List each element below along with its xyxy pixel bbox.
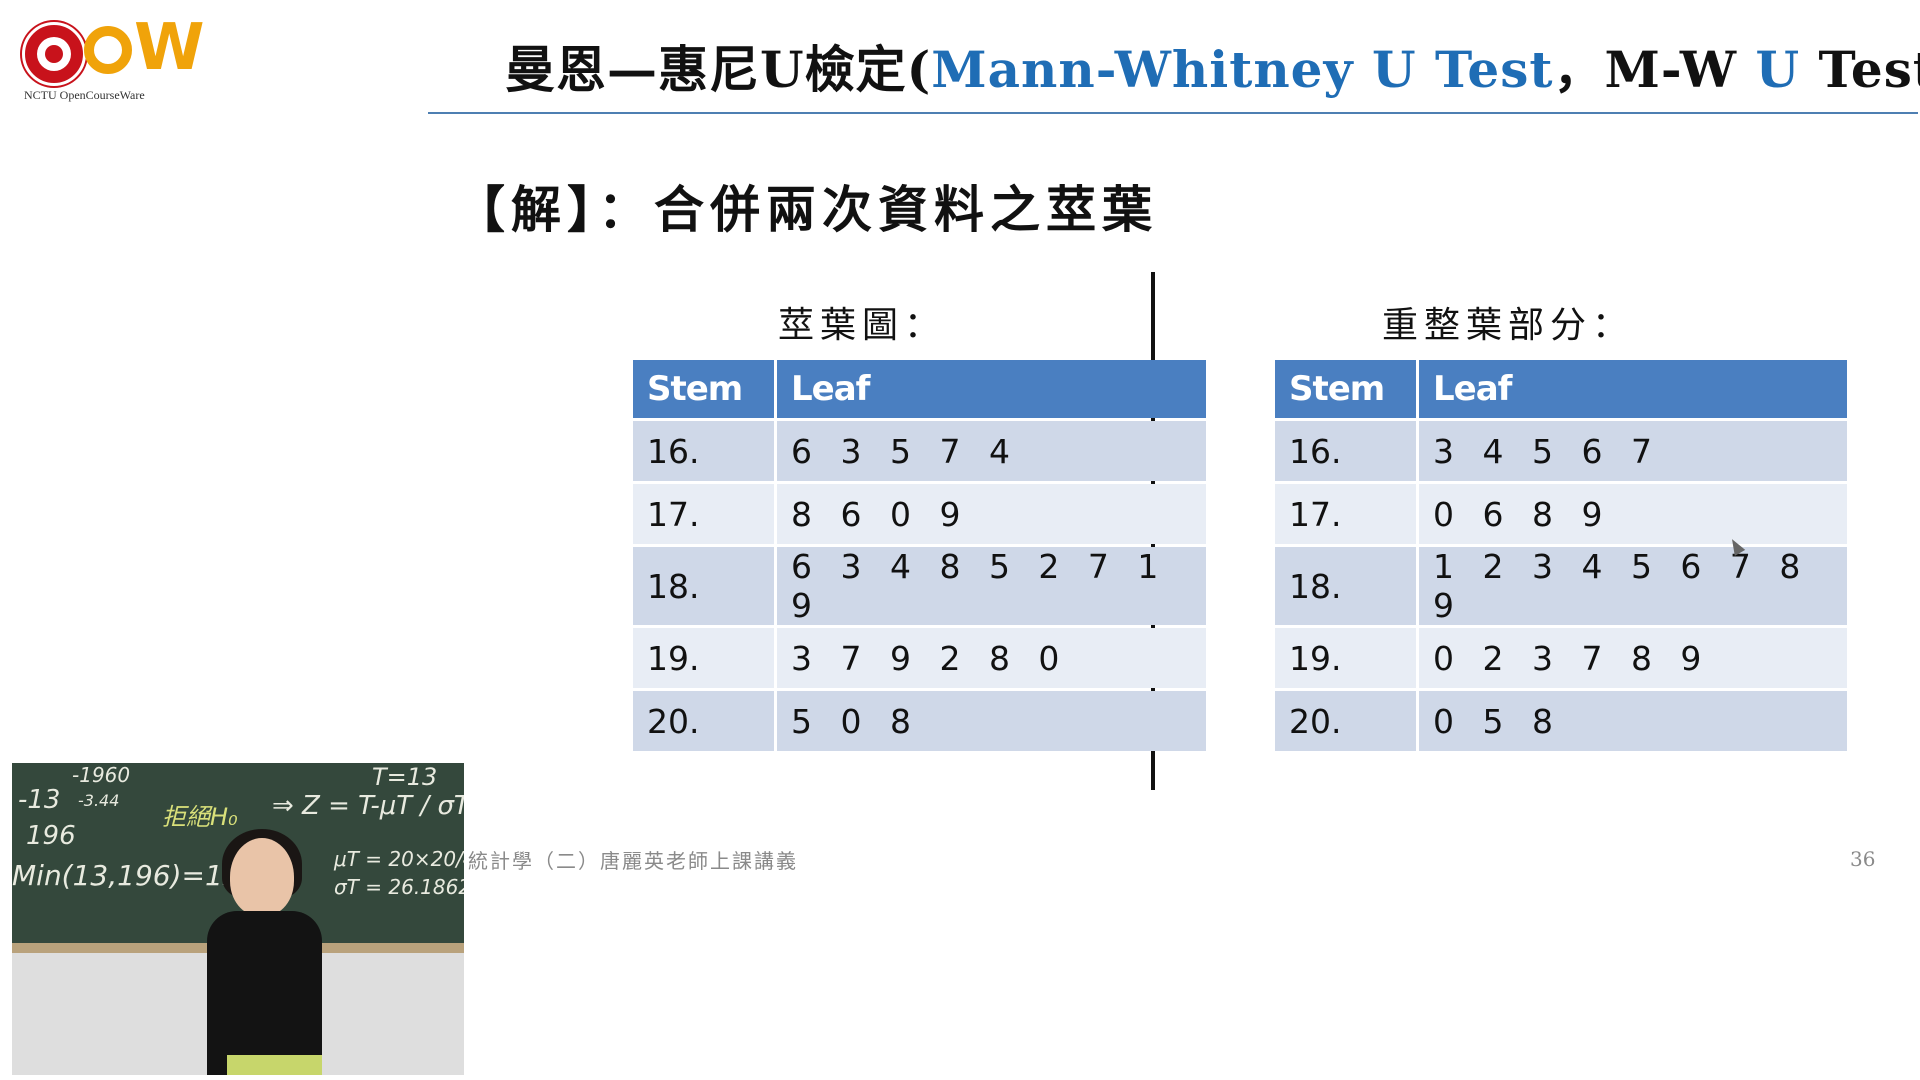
chalk-text: T=13 [372,763,438,791]
table-row: 17. 0 6 8 9 [1275,484,1847,544]
left-table-caption: 莖葉圖： [778,305,947,346]
lecturer-video-inset[interactable]: -13 -1960 196 -3.44 拒絕H₀ ⇒ Z = T-μT / σT… [12,763,464,1075]
chalk-text: -1960 [72,763,131,787]
header-stem: Stem [1275,360,1416,418]
stem-cell: 18. [1275,547,1416,625]
page-number: 36 [1850,847,1876,871]
title-underline [428,112,1918,114]
chalk-text: Min(13,196)=13 [12,859,241,892]
logo-caption: NCTU OpenCourseWare [24,88,145,102]
chalk-text: 拒絕H₀ [162,803,238,831]
stem-cell: 16. [633,421,774,481]
slide-subtitle: 【解】：合併兩次資料之莖葉 [455,180,1158,239]
leaf-cell: 6 3 5 7 4 [777,421,1206,481]
table-row: 20. 5 0 8 [633,691,1206,751]
stem-cell: 16. [1275,421,1416,481]
nctu-seal-icon [22,22,86,86]
lecturer-body [207,911,322,1075]
title-mw: ，M-W [1553,40,1756,99]
table-header-row: Stem Leaf [633,360,1206,418]
leaf-cell: 1 2 3 4 5 6 7 8 9 [1419,547,1847,625]
stem-cell: 19. [1275,628,1416,688]
leaf-cell: 0 5 8 [1419,691,1847,751]
slide-title: 曼恩—惠尼U檢定(Mann-Whitney U Test，M-W U Test) [505,30,1920,102]
leaf-cell: 0 6 8 9 [1419,484,1847,544]
chalk-text: ⇒ Z = T-μT / σT [272,791,464,821]
chalk-text: σT = 26.1862 [334,875,464,899]
chalk-text: 196 [26,821,76,851]
stem-cell: 17. [633,484,774,544]
table-row: 20. 0 5 8 [1275,691,1847,751]
stem-cell: 17. [1275,484,1416,544]
leaf-cell: 0 2 3 7 8 9 [1419,628,1847,688]
logo-letter-w: W [134,11,205,85]
table-row: 18. 6 3 4 8 5 2 7 1 9 [633,547,1206,625]
title-mann-whitney: Mann-Whitney U Test [931,40,1554,99]
stem-cell: 20. [633,691,774,751]
leaf-cell: 3 4 5 6 7 [1419,421,1847,481]
stem-leaf-table: Stem Leaf 16. 6 3 5 7 4 17. 8 6 0 9 18. … [630,357,1209,754]
logo-letter-o [84,26,132,74]
chalk-text: μT = 20×20/4 [334,847,464,871]
table-row: 17. 8 6 0 9 [633,484,1206,544]
lecturer-skirt [227,1055,322,1075]
stem-cell: 19. [633,628,774,688]
leaf-cell: 8 6 0 9 [777,484,1206,544]
table-row: 16. 6 3 5 7 4 [633,421,1206,481]
table-row: 19. 3 7 9 2 8 0 [633,628,1206,688]
leaf-cell: 5 0 8 [777,691,1206,751]
leaf-cell: 6 3 4 8 5 2 7 1 9 [777,547,1206,625]
chalk-text: -13 [18,785,61,815]
table-row: 18. 1 2 3 4 5 6 7 8 9 [1275,547,1847,625]
table-row: 16. 3 4 5 6 7 [1275,421,1847,481]
slide-footer: 統計學（二）唐麗英老師上課講義 [468,849,798,873]
stem-cell: 20. [1275,691,1416,751]
right-table-caption: 重整葉部分： [1382,305,1635,346]
stem-cell: 18. [633,547,774,625]
header-stem: Stem [633,360,774,418]
header-leaf: Leaf [1419,360,1847,418]
title-chinese: 曼恩—惠尼U檢定( [505,40,932,99]
header-leaf: Leaf [777,360,1206,418]
leaf-cell: 3 7 9 2 8 0 [777,628,1206,688]
sorted-stem-leaf-table: Stem Leaf 16. 3 4 5 6 7 17. 0 6 8 9 18. … [1272,357,1850,754]
table-row: 19. 0 2 3 7 8 9 [1275,628,1847,688]
nctu-ocw-logo: W NCTU OpenCourseWare [22,16,205,112]
table-header-row: Stem Leaf [1275,360,1847,418]
title-test: Test) [1818,40,1920,99]
chalk-text: -3.44 [78,791,120,810]
lecturer-face [230,838,294,916]
title-u: U [1755,40,1801,99]
